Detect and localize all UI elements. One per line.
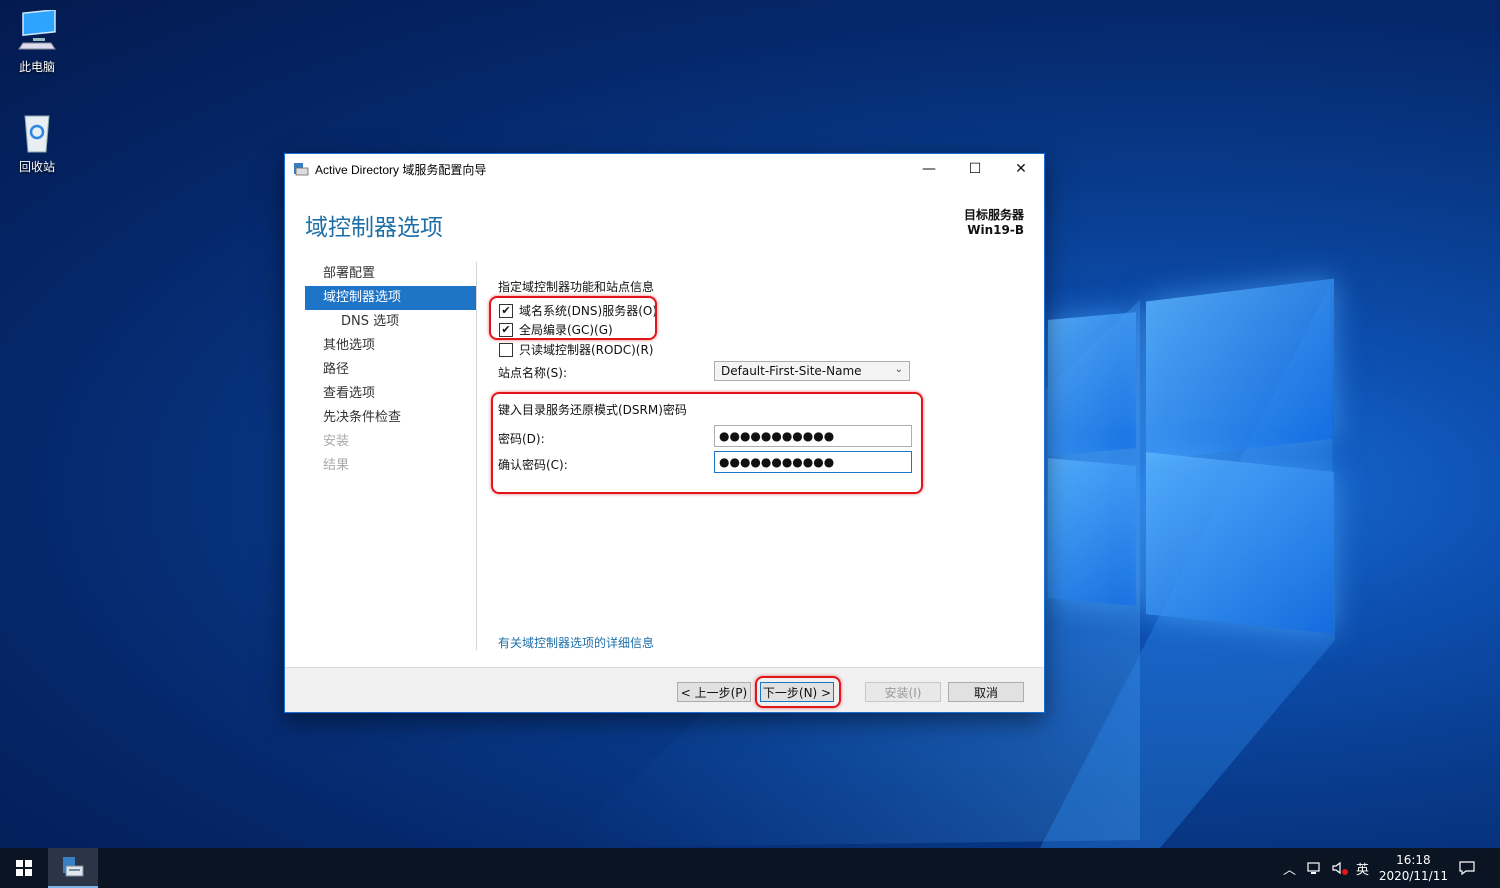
nav-item-dc-options[interactable]: 域控制器选项 [305, 286, 476, 310]
taskbar: ︿ 英 16:18 2020/11/11 [0, 848, 1500, 888]
wizard-nav: 部署配置 域控制器选项 DNS 选项 其他选项 路径 查看选项 先决条件检查 安… [305, 262, 476, 478]
taskbar-app-server-manager[interactable] [48, 848, 98, 888]
network-icon[interactable] [1306, 848, 1322, 888]
wizard-header: 域控制器选项 目标服务器 Win19-B [285, 184, 1044, 260]
nav-divider [476, 262, 477, 650]
server-manager-icon [63, 857, 84, 877]
password-input[interactable]: ●●●●●●●●●●● [714, 425, 912, 447]
more-info-link[interactable]: 有关域控制器选项的详细信息 [498, 634, 654, 651]
checkbox-label: 域名系统(DNS)服务器(O) [519, 304, 658, 318]
ime-indicator[interactable]: 英 [1356, 848, 1369, 888]
password-label: 密码(D): [498, 432, 545, 446]
volume-muted-icon[interactable] [1331, 848, 1349, 888]
checkbox-global-catalog[interactable]: ✔ 全局编录(GC)(G) [499, 321, 613, 338]
window-title: Active Directory 域服务配置向导 [315, 162, 487, 177]
nav-item-results: 结果 [323, 458, 350, 473]
desktop-icon-label: 回收站 [18, 160, 55, 174]
windows-logo-pane-br [1146, 452, 1334, 634]
site-name-value: Default-First-Site-Name [721, 364, 862, 378]
nav-item-prerequisites[interactable]: 先决条件检查 [305, 406, 476, 430]
nav-item-paths[interactable]: 路径 [305, 358, 476, 382]
title-bar[interactable]: Active Directory 域服务配置向导 — ☐ ✕ [285, 154, 1044, 184]
checkbox-box[interactable]: ✔ [499, 303, 513, 318]
desktop-icon-recycle-bin[interactable]: 回收站 [0, 110, 74, 175]
start-button[interactable] [0, 848, 48, 888]
tray-chevron-up-icon[interactable]: ︿ [1283, 848, 1296, 888]
checkbox-box[interactable]: ✔ [499, 322, 513, 337]
nav-item-dns-options[interactable]: DNS 选项 [305, 310, 476, 334]
cancel-button[interactable]: 取消 [948, 682, 1024, 702]
nav-item-deployment[interactable]: 部署配置 [305, 262, 476, 286]
checkbox-box[interactable] [499, 342, 513, 357]
recycle-bin-icon [15, 110, 59, 154]
minimize-button[interactable]: — [906, 154, 952, 184]
windows-logo-pane-tl [1048, 312, 1136, 456]
target-server-name: Win19-B [967, 223, 1024, 237]
desktop-icon-this-pc[interactable]: 此电脑 [0, 8, 74, 75]
windows-logo-pane-tr [1146, 278, 1334, 462]
windows-logo-pane-bl [1048, 458, 1136, 606]
maximize-button[interactable]: ☐ [952, 154, 998, 184]
wizard-footer: < 上一步(P) 下一步(N) > 安装(I) 取消 [285, 667, 1044, 712]
ad-ds-config-wizard-window: Active Directory 域服务配置向导 — ☐ ✕ 域控制器选项 目标… [285, 154, 1044, 712]
close-button[interactable]: ✕ [998, 154, 1044, 184]
notification-icon[interactable] [1458, 848, 1476, 888]
install-button: 安装(I) [865, 682, 941, 702]
section-label: 指定域控制器功能和站点信息 [498, 280, 655, 294]
checkbox-rodc[interactable]: 只读域控制器(RODC)(R) [499, 341, 653, 358]
nav-item-installation: 安装 [323, 434, 350, 449]
clock-time: 16:18 [1396, 853, 1431, 867]
chevron-down-icon: ⌄ [894, 364, 903, 375]
clock[interactable]: 16:18 2020/11/11 [1379, 852, 1448, 884]
computer-icon [15, 8, 59, 54]
nav-item-review-options[interactable]: 查看选项 [305, 382, 476, 406]
desktop-icon-label: 此电脑 [18, 60, 55, 74]
clock-date: 2020/11/11 [1378, 869, 1448, 883]
windows-start-icon [16, 860, 32, 876]
server-manager-icon [293, 161, 309, 177]
confirm-password-label: 确认密码(C): [498, 458, 568, 472]
target-server-label: 目标服务器 [963, 208, 1024, 222]
page-title: 域控制器选项 [305, 215, 443, 241]
target-server: 目标服务器 Win19-B [964, 208, 1024, 238]
nav-item-additional-options[interactable]: 其他选项 [305, 334, 476, 358]
previous-button[interactable]: < 上一步(P) [677, 682, 751, 702]
next-button[interactable]: 下一步(N) > [760, 682, 834, 702]
site-name-label: 站点名称(S): [498, 366, 568, 380]
confirm-password-input[interactable]: ●●●●●●●●●●● [714, 451, 912, 473]
checkbox-dns-server[interactable]: ✔ 域名系统(DNS)服务器(O) [499, 302, 657, 319]
checkbox-label: 只读域控制器(RODC)(R) [519, 343, 654, 357]
dsrm-label: 键入目录服务还原模式(DSRM)密码 [498, 403, 687, 417]
site-name-select[interactable]: Default-First-Site-Name ⌄ [714, 361, 910, 381]
checkbox-label: 全局编录(GC)(G) [519, 323, 613, 337]
